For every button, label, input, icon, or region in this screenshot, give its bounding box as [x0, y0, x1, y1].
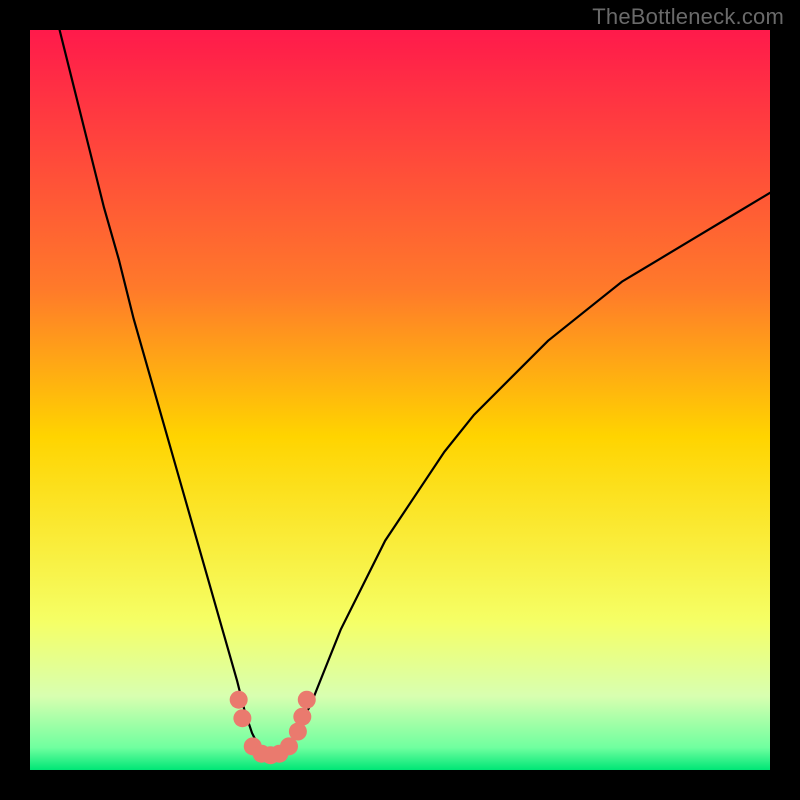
- data-marker: [233, 709, 251, 727]
- data-marker: [230, 691, 248, 709]
- data-marker: [298, 691, 316, 709]
- data-marker: [293, 708, 311, 726]
- heat-gradient-background: [30, 30, 770, 770]
- chart-container: TheBottleneck.com: [0, 0, 800, 800]
- bottleneck-curve-chart: [30, 30, 770, 770]
- watermark-text: TheBottleneck.com: [592, 4, 784, 30]
